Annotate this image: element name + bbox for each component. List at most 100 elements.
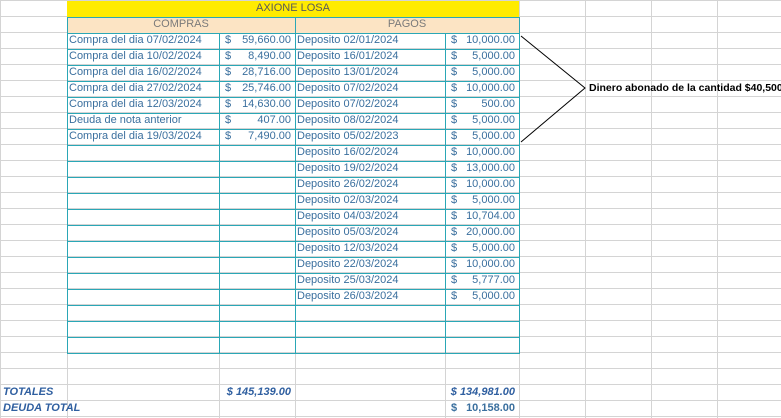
pago-amount[interactable]: $5,000.00 [445,129,519,145]
pago-description[interactable]: Deposito 16/01/2024 [295,49,445,65]
currency-symbol: $ [225,98,232,110]
compra-amount[interactable]: $28,716.00 [219,65,295,81]
amount-value: 5,000.00 [472,66,515,78]
amount-value: 5,000.00 [472,290,515,302]
currency-symbol: $ [451,50,458,62]
pago-description[interactable]: Deposito 22/03/2024 [295,257,445,273]
currency-symbol: $ [451,210,458,222]
currency-symbol: $ [451,178,458,190]
compra-description[interactable]: Compra del dia 16/02/2024 [67,65,219,81]
compra-amount[interactable]: $14,630.00 [219,97,295,113]
totales-pagos[interactable]: $ 134,981.00 [445,385,519,401]
amount-value: 5,000.00 [472,114,515,126]
amount-value: 10,000.00 [466,146,515,158]
pago-description[interactable]: Deposito 12/03/2024 [295,241,445,257]
compras-header[interactable]: COMPRAS [67,17,295,33]
pago-amount[interactable]: $5,000.00 [445,289,519,305]
currency-symbol: $ [451,162,458,174]
currency-symbol: $ [451,130,458,142]
pago-amount[interactable]: $10,000.00 [445,33,519,49]
pago-amount[interactable]: $10,000.00 [445,81,519,97]
pago-amount[interactable]: $10,000.00 [445,257,519,273]
pago-description[interactable]: Deposito 16/02/2024 [295,145,445,161]
payment-note[interactable]: Dinero abonado de la cantidad $40,500 [589,82,781,94]
currency-symbol: $ [451,82,458,94]
pago-description[interactable]: Deposito 08/02/2024 [295,113,445,129]
compra-amount[interactable]: $7,490.00 [219,129,295,145]
compra-description[interactable]: Compra del dia 12/03/2024 [67,97,219,113]
compra-description[interactable]: Compra del dia 19/03/2024 [67,129,219,145]
amount-value: 5,000.00 [472,242,515,254]
compra-amount[interactable]: $8,490.00 [219,49,295,65]
totales-label[interactable]: TOTALES [3,385,123,401]
currency-symbol: $ [451,34,458,46]
currency-symbol: $ [451,242,458,254]
deuda-currency: $ [451,402,458,414]
currency-symbol: $ [451,146,458,158]
pago-description[interactable]: Deposito 02/01/2024 [295,33,445,49]
amount-value: 25,746.00 [242,82,291,94]
amount-value: 59,660.00 [242,34,291,46]
spreadsheet-grid[interactable]: AXIONE LOSA COMPRAS PAGOS Compra del dia… [0,0,781,418]
pago-description[interactable]: Deposito 07/02/2024 [295,97,445,113]
pago-amount[interactable]: $5,000.00 [445,241,519,257]
bracket-connector [520,35,586,143]
pago-amount[interactable]: $5,000.00 [445,113,519,129]
currency-symbol: $ [451,114,458,126]
currency-symbol: $ [225,82,232,94]
compra-description[interactable]: Deuda de nota anterior [67,113,219,129]
totales-compras[interactable]: $ 145,139.00 [219,385,295,401]
deuda-value: 10,158.00 [466,402,515,414]
pago-description[interactable]: Deposito 19/02/2024 [295,161,445,177]
pago-amount[interactable]: $13,000.00 [445,161,519,177]
amount-value: 7,490.00 [248,130,291,142]
pago-amount[interactable]: $500.00 [445,97,519,113]
amount-value: 8,490.00 [248,50,291,62]
amount-value: 500.00 [481,98,515,110]
pago-amount[interactable]: $5,000.00 [445,49,519,65]
amount-value: 5,000.00 [472,194,515,206]
currency-symbol: $ [225,130,232,142]
pago-amount[interactable]: $5,000.00 [445,65,519,81]
pago-description[interactable]: Deposito 05/03/2024 [295,225,445,241]
compra-description[interactable]: Compra del dia 10/02/2024 [67,49,219,65]
compra-amount[interactable]: $59,660.00 [219,33,295,49]
amount-value: 10,000.00 [466,178,515,190]
pago-description[interactable]: Deposito 26/02/2024 [295,177,445,193]
compra-description[interactable]: Compra del dia 27/02/2024 [67,81,219,97]
amount-value: 10,704.00 [466,210,515,222]
pago-description[interactable]: Deposito 13/01/2024 [295,65,445,81]
deuda-amount[interactable]: $ 10,158.00 [445,401,519,417]
amount-value: 28,716.00 [242,66,291,78]
pago-description[interactable]: Deposito 02/03/2024 [295,193,445,209]
amount-value: 10,000.00 [466,82,515,94]
currency-symbol: $ [225,34,232,46]
pago-description[interactable]: Deposito 04/03/2024 [295,209,445,225]
amount-value: 20,000.00 [466,226,515,238]
currency-symbol: $ [451,258,458,270]
compra-description[interactable]: Compra del dia 07/02/2024 [67,33,219,49]
currency-symbol: $ [451,194,458,206]
pago-amount[interactable]: $10,000.00 [445,145,519,161]
currency-symbol: $ [451,98,458,110]
pago-amount[interactable]: $10,000.00 [445,177,519,193]
compra-amount[interactable]: $407.00 [219,113,295,129]
pago-amount[interactable]: $20,000.00 [445,225,519,241]
pagos-header[interactable]: PAGOS [295,17,519,33]
pago-description[interactable]: Deposito 07/02/2024 [295,81,445,97]
amount-value: 13,000.00 [466,162,515,174]
currency-symbol: $ [225,66,232,78]
pago-amount[interactable]: $5,000.00 [445,193,519,209]
pago-description[interactable]: Deposito 26/03/2024 [295,289,445,305]
currency-symbol: $ [451,66,458,78]
pago-description[interactable]: Deposito 25/03/2024 [295,273,445,289]
pago-amount[interactable]: $10,704.00 [445,209,519,225]
compra-amount[interactable]: $25,746.00 [219,81,295,97]
pago-description[interactable]: Deposito 05/02/2023 [295,129,445,145]
amount-value: 407.00 [257,114,291,126]
amount-value: 10,000.00 [466,34,515,46]
title-cell[interactable]: AXIONE LOSA [67,1,519,17]
pago-amount[interactable]: $5,777.00 [445,273,519,289]
deuda-label[interactable]: DEUDA TOTAL [3,401,123,417]
amount-value: 14,630.00 [242,98,291,110]
